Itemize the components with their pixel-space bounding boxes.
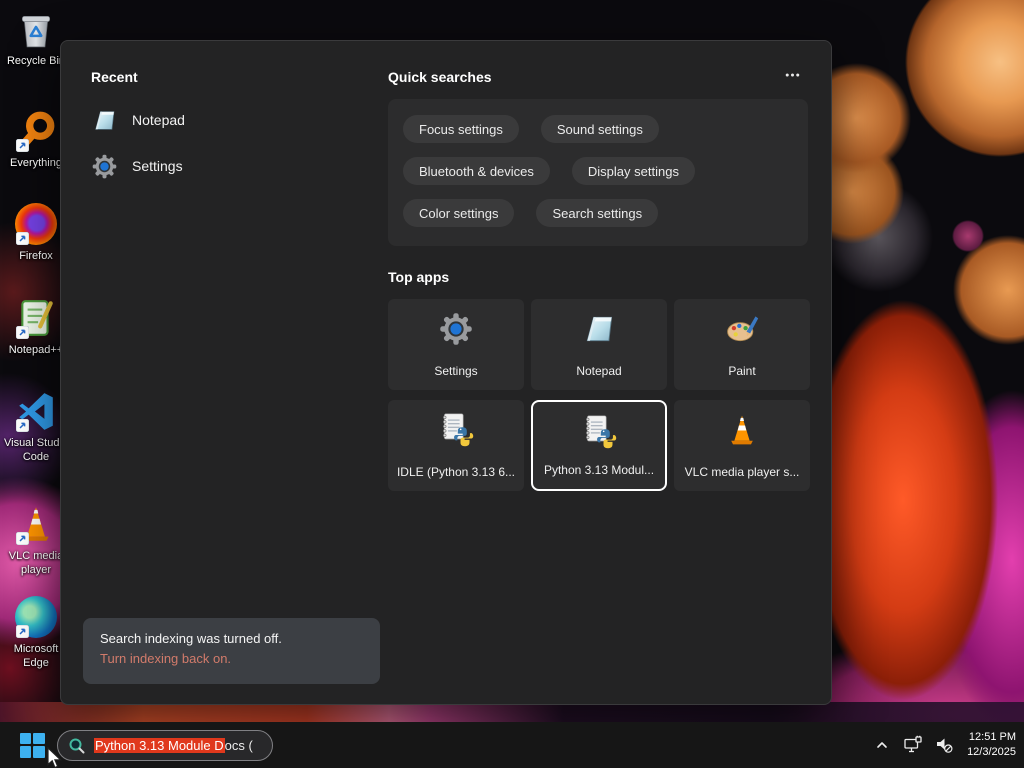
- quick-search-pill-display-settings[interactable]: Display settings: [571, 157, 695, 185]
- quick-searches-box: Focus settings Sound settings Bluetooth …: [388, 99, 808, 246]
- clock-time: 12:51 PM: [968, 731, 1016, 744]
- quick-search-pill-sound-settings[interactable]: Sound settings: [540, 115, 659, 143]
- indexing-notice-text: Search indexing was turned off.: [100, 631, 282, 646]
- clock-date: 12/3/2025: [967, 746, 1016, 758]
- recent-item-settings[interactable]: Settings: [91, 147, 291, 185]
- windows-logo-icon: [19, 732, 45, 758]
- notepad-plus-plus-icon: [15, 297, 57, 340]
- top-apps-grid: Settings Notepad Paint IDLE (Python 3.13…: [388, 299, 812, 491]
- search-flyout-panel: Recent Notepad Settings Quick searches ●…: [60, 40, 832, 705]
- shortcut-arrow-icon: [15, 418, 30, 433]
- shortcut-arrow-icon: [15, 624, 30, 639]
- top-app-tile-idle-python[interactable]: IDLE (Python 3.13 6...: [388, 400, 524, 491]
- shortcut-arrow-icon: [15, 231, 30, 246]
- recent-heading: Recent: [91, 69, 138, 85]
- recent-item-label: Settings: [132, 158, 183, 174]
- recent-item-notepad[interactable]: Notepad: [91, 101, 291, 139]
- vlc-cone-icon: [724, 412, 760, 448]
- quick-search-pill-color-settings[interactable]: Color settings: [403, 199, 515, 227]
- indexing-notice-link[interactable]: Turn indexing back on.: [100, 651, 363, 666]
- search-query-rest-text: ocs (: [224, 738, 253, 753]
- top-app-tile-label: Paint: [728, 364, 756, 378]
- top-app-tile-paint[interactable]: Paint: [674, 299, 810, 390]
- top-app-tile-vlc-skinned[interactable]: VLC media player s...: [674, 400, 810, 491]
- search-icon: [68, 737, 86, 755]
- recent-item-label: Notepad: [132, 112, 185, 128]
- vlc-cone-icon: [15, 503, 57, 546]
- top-app-tile-label: Notepad: [576, 364, 622, 378]
- top-app-tile-notepad[interactable]: Notepad: [531, 299, 667, 390]
- top-app-tile-python-module-docs[interactable]: Python 3.13 Modul...: [531, 400, 667, 491]
- top-app-tile-label: Python 3.13 Modul...: [543, 463, 655, 477]
- shortcut-arrow-icon: [15, 325, 30, 340]
- recycle-bin-icon: [15, 8, 57, 50]
- taskbar-clock[interactable]: 12:51 PM 12/3/2025: [967, 730, 1016, 760]
- quick-search-pill-bluetooth-devices[interactable]: Bluetooth & devices: [403, 157, 550, 185]
- taskbar-search-input[interactable]: Python 3.13 Module Docs (: [57, 730, 273, 761]
- shortcut-arrow-icon: [15, 138, 30, 153]
- mouse-cursor: [44, 746, 64, 768]
- chevron-up-icon[interactable]: [872, 735, 892, 755]
- settings-gear-icon: [91, 153, 118, 180]
- system-tray: 12:51 PM 12/3/2025: [872, 722, 1016, 768]
- quick-search-pill-focus-settings[interactable]: Focus settings: [403, 115, 519, 143]
- top-app-tile-settings[interactable]: Settings: [388, 299, 524, 390]
- python-doc-icon: [438, 412, 474, 448]
- settings-gear-icon: [438, 311, 474, 347]
- notepad-icon: [91, 107, 118, 134]
- indexing-notice: Search indexing was turned off. Turn ind…: [83, 618, 380, 684]
- search-query-selected-text: Python 3.13 Module D: [94, 738, 225, 753]
- more-options-icon[interactable]: ●●●: [777, 65, 809, 87]
- paint-icon: [724, 311, 760, 347]
- shortcut-arrow-icon: [15, 531, 30, 546]
- taskbar: Python 3.13 Module Docs ( 12:51 PM 12/3/…: [0, 722, 1024, 768]
- desktop-wallpaper-band: [0, 702, 1024, 722]
- volume-mute-icon[interactable]: [934, 735, 954, 755]
- python-doc-icon: [581, 414, 617, 450]
- quick-search-pill-search-settings[interactable]: Search settings: [536, 199, 659, 227]
- search-query-text: Python 3.13 Module Docs (: [94, 738, 253, 753]
- top-apps-heading: Top apps: [388, 269, 450, 285]
- top-app-tile-label: Settings: [434, 364, 478, 378]
- notepad-icon: [581, 311, 617, 347]
- top-app-tile-label: VLC media player s...: [684, 465, 800, 479]
- network-icon[interactable]: [903, 735, 923, 755]
- vscode-icon: [15, 390, 57, 433]
- everything-magnifier-icon: [15, 110, 57, 153]
- edge-icon: [15, 596, 57, 639]
- top-app-tile-label: IDLE (Python 3.13 6...: [396, 465, 516, 479]
- quick-searches-heading: Quick searches: [388, 69, 492, 85]
- firefox-icon: [15, 203, 57, 246]
